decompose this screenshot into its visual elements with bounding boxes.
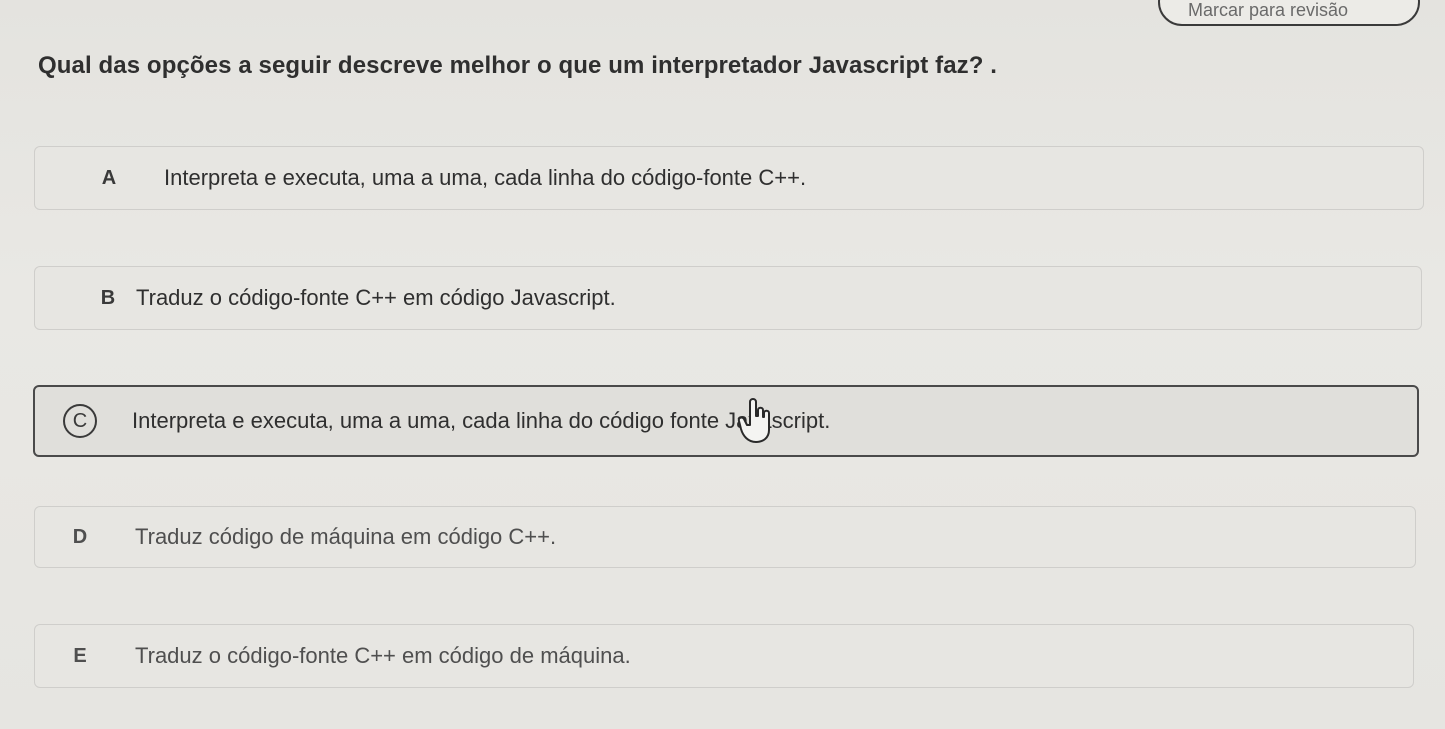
option-a[interactable]: A Interpreta e executa, uma a uma, cada … [34,146,1424,210]
option-d[interactable]: D Traduz código de máquina em código C++… [34,506,1416,568]
option-c-letter: C [63,404,97,438]
option-e-text: Traduz o código-fonte C++ em código de m… [135,643,631,668]
option-a-letter: A [101,167,117,189]
question-text: Qual das opções a seguir descreve melhor… [38,52,998,79]
option-b-letter: B [100,287,116,309]
option-c[interactable]: C Interpreta e executa, uma a uma, cada … [33,385,1419,457]
option-d-text: Traduz código de máquina em código C++. [135,524,557,549]
option-e-letter: E [73,645,87,667]
option-e[interactable]: E Traduz o código-fonte C++ em código de… [34,624,1414,688]
option-c-text: Interpreta e executa, uma a uma, cada li… [132,408,831,433]
option-b-text: Traduz o código-fonte C++ em código Java… [136,285,616,310]
mark-for-review-button[interactable]: Marcar para revisão [1158,0,1420,26]
option-b[interactable]: B Traduz o código-fonte C++ em código Ja… [34,266,1422,330]
mark-for-review-label: Marcar para revisão [1188,0,1349,20]
option-a-text: Interpreta e executa, uma a uma, cada li… [164,165,807,190]
option-d-letter: D [72,526,88,548]
